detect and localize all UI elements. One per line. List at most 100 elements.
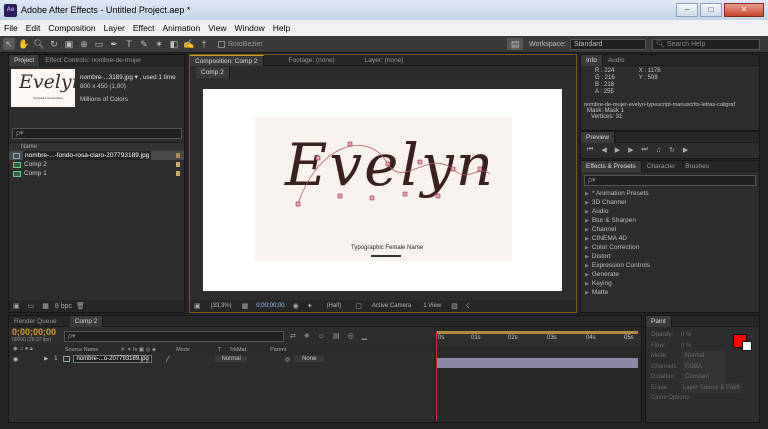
ram-preview-icon[interactable]: ▶︎	[683, 146, 688, 154]
eraser-tool-icon[interactable]: ◧	[168, 38, 180, 50]
effect-category[interactable]: Generate	[581, 270, 759, 279]
effect-category[interactable]: Audio	[581, 207, 759, 216]
layer-parent-icon[interactable]: ◎	[285, 356, 290, 363]
zoom-select[interactable]: (33,3%)	[211, 303, 232, 309]
effect-category[interactable]: CINEMA 4D	[581, 234, 759, 243]
comp-mini-flowchart-icon[interactable]: ⇄	[290, 332, 296, 340]
timecode-field[interactable]: 0;00;00;00	[256, 303, 284, 309]
project-search-input[interactable]: ρ▾	[12, 128, 182, 139]
rotobezier-checkbox[interactable]	[218, 40, 225, 48]
frame-blending-icon[interactable]: ▤	[333, 332, 340, 340]
region-icon[interactable]: ▢	[355, 302, 362, 310]
loop-icon[interactable]: ↻	[669, 146, 675, 154]
next-frame-icon[interactable]: ▶︎	[628, 146, 633, 154]
fast-preview-icon[interactable]: ☇	[466, 302, 470, 310]
selection-tool-icon[interactable]: ↖	[3, 38, 15, 50]
effect-category[interactable]: Keying	[581, 279, 759, 288]
tab-composition[interactable]: Composition: Comp 2	[190, 54, 264, 66]
effect-category[interactable]: Matte	[581, 288, 759, 297]
minimize-button[interactable]: –	[676, 3, 698, 17]
layer-parent-select[interactable]: None	[294, 356, 325, 362]
always-preview-icon[interactable]: ▣	[194, 302, 201, 310]
play-icon[interactable]: ▶︎	[615, 146, 620, 154]
column-mode[interactable]: Mode	[176, 347, 190, 353]
tab-character[interactable]: Character	[642, 161, 681, 172]
text-tool-icon[interactable]: T	[123, 38, 135, 50]
shy-layers-icon[interactable]: ☺	[318, 333, 325, 340]
effect-category[interactable]: Expression Controls	[581, 261, 759, 270]
safe-margins-icon[interactable]: ▦	[242, 302, 249, 310]
tab-effect-controls[interactable]: Effect Controls: nombre-de-mujer	[40, 55, 146, 66]
layer-duration-bar[interactable]	[437, 358, 638, 368]
effect-category[interactable]: Channel	[581, 225, 759, 234]
tab-info[interactable]: Info	[581, 54, 603, 66]
effect-category[interactable]: Color Correction	[581, 243, 759, 252]
menu-composition[interactable]: Composition	[48, 23, 95, 33]
menu-view[interactable]: View	[208, 23, 226, 33]
timeline-timecode[interactable]: 0;00;00;00	[12, 328, 56, 337]
resolution-select[interactable]: (Half)	[327, 303, 342, 309]
layer-switch-icon[interactable]: ╱	[166, 356, 170, 363]
new-comp-icon[interactable]: ▦	[42, 302, 49, 310]
draft-3d-icon[interactable]: ✵	[304, 332, 310, 340]
audio-icon[interactable]: ♫	[656, 147, 661, 154]
effect-category[interactable]: Blur & Sharpen	[581, 216, 759, 225]
clone-stamp-tool-icon[interactable]: ✶	[153, 38, 165, 50]
view-layout-select[interactable]: 1 View	[423, 303, 441, 309]
channel-icon[interactable]: ✦	[307, 302, 313, 310]
menu-edit[interactable]: Edit	[26, 23, 41, 33]
first-frame-icon[interactable]: ⏮︎	[587, 146, 593, 154]
layer-visibility-icon[interactable]: ◉	[13, 356, 18, 363]
project-item-comp2[interactable]: Comp 2	[9, 160, 184, 169]
menu-effect[interactable]: Effect	[133, 23, 155, 33]
tab-paint[interactable]: Paint	[646, 315, 672, 327]
paint-bg-color-swatch[interactable]	[742, 341, 752, 351]
tab-preview[interactable]: Preview	[581, 131, 616, 143]
current-time-indicator[interactable]	[436, 331, 437, 421]
menu-window[interactable]: Window	[235, 23, 265, 33]
last-frame-icon[interactable]: ⏭︎	[641, 146, 647, 154]
hand-tool-icon[interactable]: ✋	[18, 38, 30, 50]
project-item-file[interactable]: nombre-...-fondo-rosa-claro-207793189.jp…	[9, 151, 184, 160]
effect-category[interactable]: 3D Channel	[581, 198, 759, 207]
prev-frame-icon[interactable]: ◀︎	[601, 146, 606, 154]
label-color-swatch[interactable]	[176, 153, 180, 158]
column-source-name[interactable]: Source Name	[65, 347, 99, 353]
comp-canvas[interactable]: Evelyn Typographic Female Name	[203, 89, 562, 291]
paint-field-value[interactable]: RGBA	[681, 361, 725, 372]
roto-brush-tool-icon[interactable]: ✍	[183, 38, 195, 50]
column-parent[interactable]: Parent	[270, 347, 286, 353]
tab-footage[interactable]: Footage: (none)	[284, 55, 340, 66]
camera-tool-icon[interactable]: ▣	[63, 38, 75, 50]
effects-search-input[interactable]: ρ▾	[584, 175, 756, 186]
label-color-swatch[interactable]	[176, 171, 180, 176]
tab-brushes[interactable]: Brushes	[680, 161, 714, 172]
effect-category[interactable]: * Animation Presets	[581, 189, 759, 198]
menu-file[interactable]: File	[4, 23, 18, 33]
column-name-header[interactable]: Name	[21, 144, 37, 150]
paint-field-value[interactable]: Layer Source & Paint	[681, 382, 742, 393]
tab-render-queue[interactable]: Render Queue	[9, 316, 62, 327]
menu-help[interactable]: Help	[273, 23, 290, 33]
workspace-icon[interactable]: ▤	[507, 38, 524, 50]
comp-subtab[interactable]: Comp 2	[196, 66, 230, 78]
close-button[interactable]: ✕	[724, 3, 764, 17]
delete-icon[interactable]: 🗑︎	[76, 302, 85, 310]
layer-name[interactable]: nombre-...o-207793189.jpg	[73, 355, 152, 363]
brush-tool-icon[interactable]: ✎	[138, 38, 150, 50]
camera-select[interactable]: Active Camera	[372, 303, 411, 309]
layer-mode-select[interactable]: Normal	[215, 356, 247, 362]
tab-effects-presets[interactable]: Effects & Presets	[581, 160, 642, 172]
mask-tool-icon[interactable]: ▭	[93, 38, 105, 50]
paint-field-value[interactable]: Normal	[681, 351, 725, 362]
workspace-select[interactable]: Standard	[570, 38, 646, 50]
time-ruler[interactable]: 0s 01s 02s 03s 04s 05s	[434, 334, 641, 346]
paint-field-value[interactable]: Constant	[681, 372, 725, 383]
pan-behind-tool-icon[interactable]: ⊕	[78, 38, 90, 50]
project-item-comp1[interactable]: Comp 1	[9, 169, 184, 178]
menu-animation[interactable]: Animation	[162, 23, 200, 33]
puppet-tool-icon[interactable]: †	[198, 38, 210, 50]
timeline-search-input[interactable]: ρ▾	[64, 330, 285, 342]
menu-layer[interactable]: Layer	[104, 23, 125, 33]
search-help-input[interactable]: 🔍︎ Search Help	[652, 38, 760, 50]
